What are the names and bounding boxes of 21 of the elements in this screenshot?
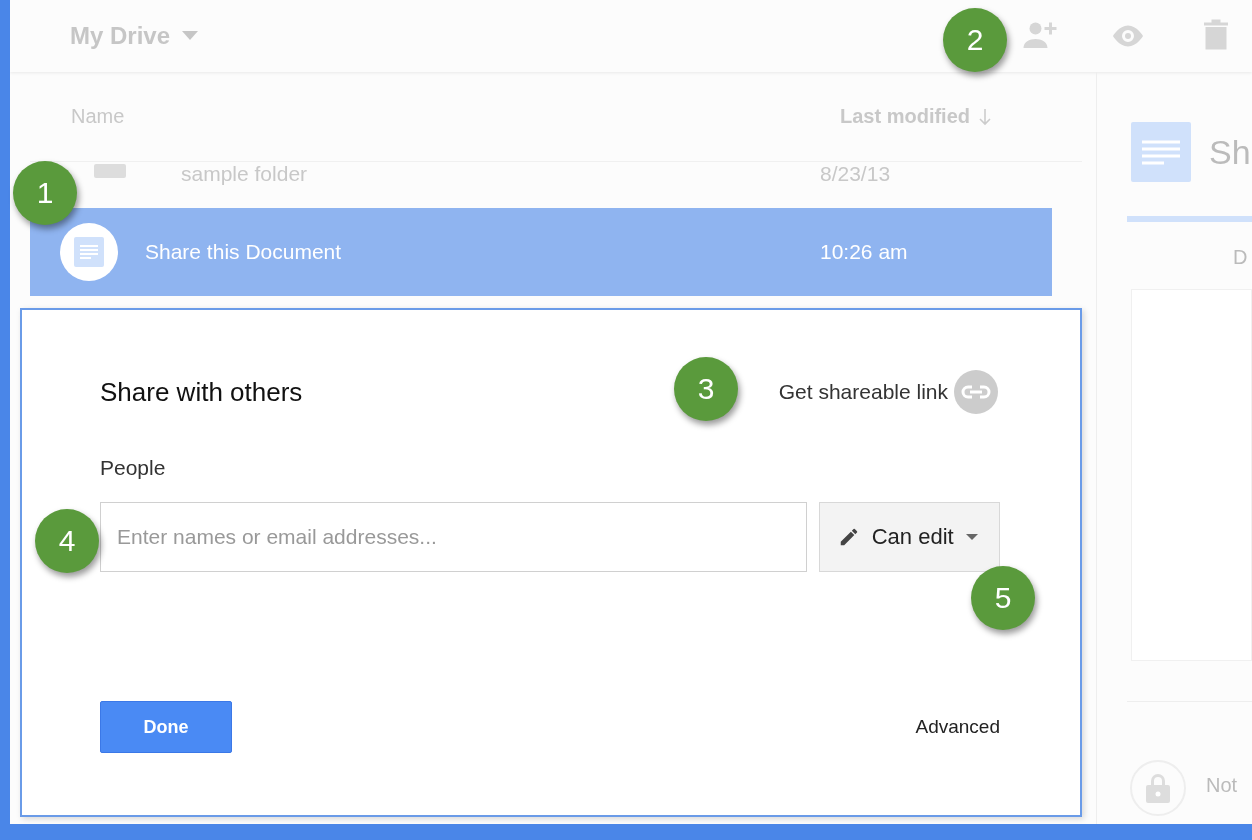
dialog-title: Share with others (100, 376, 303, 408)
folder-icon (94, 164, 126, 178)
permission-dropdown[interactable]: Can edit (818, 502, 1000, 572)
document-icon (60, 223, 118, 281)
sharing-status: Not (1206, 774, 1238, 797)
details-tab[interactable]: D (1233, 246, 1248, 269)
lock-icon (1130, 760, 1186, 816)
modified-date: 10:26 am (820, 240, 909, 264)
file-name: Share this Document (145, 240, 343, 264)
people-label: People (100, 456, 167, 480)
done-button[interactable]: Done (100, 701, 232, 753)
advanced-link[interactable]: Advanced (915, 716, 1000, 738)
details-title: Sh (1209, 132, 1251, 172)
file-row[interactable]: Share this Document 10:26 am (30, 208, 1052, 296)
caret-icon[interactable] (182, 31, 199, 41)
document-icon (1131, 122, 1191, 182)
shareable-link[interactable]: Get shareable link (778, 370, 998, 414)
people-field[interactable]: Enter names or email addresses... (100, 502, 807, 572)
caret-icon (965, 533, 978, 541)
down-arrow-icon (978, 107, 992, 126)
link-icon[interactable] (954, 370, 998, 414)
